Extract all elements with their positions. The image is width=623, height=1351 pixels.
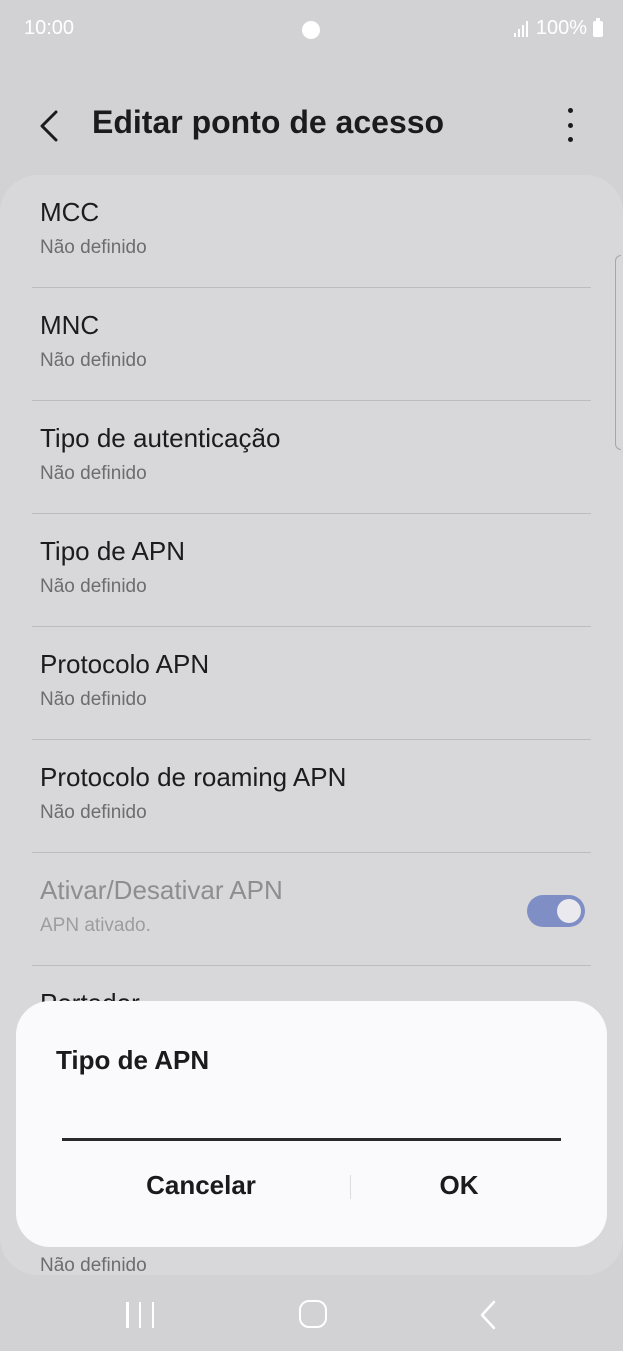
signal-icon [513, 20, 528, 37]
item-title: Ativar/Desativar APN [40, 875, 283, 905]
item-value: Não definido [40, 463, 147, 484]
more-options-button[interactable] [556, 108, 584, 142]
settings-item-apn-type[interactable]: Tipo de APN Não definido [0, 514, 623, 627]
settings-item-auth-type[interactable]: Tipo de autenticação Não definido [0, 401, 623, 514]
item-title: Protocolo de roaming APN [40, 762, 347, 792]
scrollbar[interactable] [615, 255, 621, 450]
item-value: Não definido [40, 576, 147, 597]
item-title: Tipo de autenticação [40, 423, 281, 453]
back-icon [480, 1300, 496, 1330]
battery-icon [593, 17, 603, 37]
chevron-left-icon [40, 110, 58, 142]
navigation-bar [0, 1280, 623, 1351]
cancel-button[interactable]: Cancelar [76, 1161, 326, 1209]
page-title: Editar ponto de acesso [92, 104, 445, 140]
item-value: Não definido [40, 237, 147, 258]
ok-button[interactable]: OK [336, 1161, 582, 1209]
item-value: Não definido [40, 350, 147, 371]
item-title: MCC [40, 197, 100, 227]
recent-apps-icon [126, 1302, 129, 1328]
item-title: MNC [40, 310, 100, 340]
status-bar: 10:00 100% [0, 0, 623, 60]
nav-back-button[interactable] [478, 1300, 498, 1330]
notification-dot-icon [302, 21, 320, 39]
status-right: 100% [513, 17, 603, 40]
apn-type-dialog: Tipo de APN Cancelar OK [16, 1001, 607, 1247]
settings-item-mcc[interactable]: MCC Não definido [0, 175, 623, 288]
item-value: Não definido [40, 802, 147, 823]
apn-type-input[interactable] [62, 1093, 561, 1141]
battery-percent: 100% [535, 17, 587, 39]
dialog-title: Tipo de APN [56, 1045, 210, 1075]
more-vertical-icon [567, 108, 573, 113]
item-value: Não definido [40, 1255, 147, 1275]
settings-item-apn-roaming-protocol[interactable]: Protocolo de roaming APN Não definido [0, 740, 623, 853]
home-button[interactable] [299, 1300, 327, 1328]
status-time: 10:00 [24, 17, 75, 39]
item-title: Protocolo APN [40, 649, 210, 679]
back-button[interactable] [36, 108, 68, 142]
toggle-knob [557, 899, 581, 923]
recent-apps-button[interactable] [126, 1302, 154, 1328]
apn-enable-toggle[interactable] [527, 895, 585, 927]
settings-item-apn-protocol[interactable]: Protocolo APN Não definido [0, 627, 623, 740]
item-title: Tipo de APN [40, 536, 186, 566]
settings-item-mnc[interactable]: MNC Não definido [0, 288, 623, 401]
item-value: Não definido [40, 689, 147, 710]
settings-item-apn-enable[interactable]: Ativar/Desativar APN APN ativado. [0, 853, 623, 966]
item-value: APN ativado. [40, 915, 151, 936]
app-header: Editar ponto de acesso [0, 90, 623, 160]
